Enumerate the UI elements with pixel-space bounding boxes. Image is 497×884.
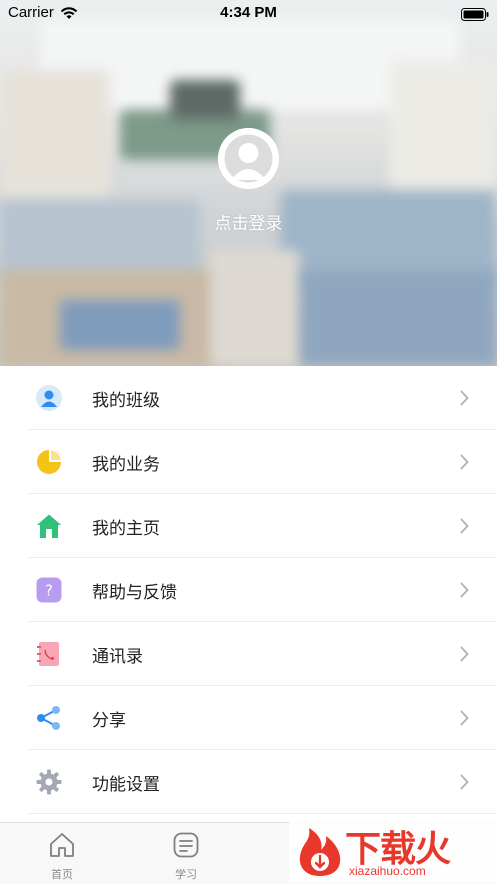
backdrop-aisle <box>210 250 300 366</box>
menu-item-label: 我的业务 <box>92 455 160 475</box>
menu-item-contacts[interactable]: 通讯录 <box>28 622 497 686</box>
contacts-book-icon <box>36 641 62 667</box>
watermark: 下载火 xiazaihuo.com <box>289 814 497 883</box>
watermark-url: xiazaihuo.com <box>349 864 426 878</box>
backdrop-window-left <box>0 70 110 200</box>
menu-item-label: 我的班级 <box>92 391 160 411</box>
chevron-right-icon <box>460 518 469 534</box>
svg-text:?: ? <box>45 582 53 600</box>
menu-item-label: 帮助与反馈 <box>92 583 177 603</box>
gear-icon <box>36 769 62 795</box>
tab-home[interactable]: 首页 <box>0 823 124 884</box>
status-bar: Carrier 4:34 PM <box>0 0 497 26</box>
backdrop-chairs-right <box>300 270 497 366</box>
menu-item-help-feedback[interactable]: ? 帮助与反馈 <box>28 558 497 622</box>
chevron-right-icon <box>460 582 469 598</box>
tab-study[interactable]: 学习 <box>124 823 248 884</box>
tab-label: 首页 <box>51 868 73 881</box>
tab-label: 学习 <box>175 868 197 881</box>
study-icon <box>173 832 199 858</box>
menu-item-label: 我的主页 <box>92 519 160 539</box>
backdrop-projector <box>170 80 240 120</box>
help-icon: ? <box>36 577 62 603</box>
chevron-right-icon <box>460 390 469 406</box>
default-avatar-icon <box>218 128 279 189</box>
flame-logo-icon <box>295 820 345 882</box>
chevron-right-icon <box>460 710 469 726</box>
share-icon <box>36 705 62 731</box>
chevron-right-icon <box>460 454 469 470</box>
avatar[interactable] <box>218 128 279 189</box>
menu-item-my-business[interactable]: 我的业务 <box>28 430 497 494</box>
menu-item-label: 通讯录 <box>92 647 143 667</box>
chevron-right-icon <box>460 646 469 662</box>
profile-header: Carrier 4:34 PM 点击登录 <box>0 0 497 366</box>
battery-icon <box>461 6 489 25</box>
pie-chart-icon <box>36 449 62 475</box>
menu-item-my-class[interactable]: 我的班级 <box>28 366 497 430</box>
person-icon <box>36 385 62 411</box>
menu-item-share[interactable]: 分享 <box>28 686 497 750</box>
menu-item-settings[interactable]: 功能设置 <box>28 750 497 814</box>
chevron-right-icon <box>460 774 469 790</box>
home-outline-icon <box>49 832 75 858</box>
menu-item-label: 分享 <box>92 711 126 731</box>
menu-item-my-homepage[interactable]: 我的主页 <box>28 494 497 558</box>
menu-item-label: 功能设置 <box>92 775 160 795</box>
home-icon <box>36 513 62 539</box>
backdrop-desks-right <box>280 190 497 280</box>
menu-list: 我的班级 我的业务 我的主页 ? 帮助与反馈 通讯录 分享 功能设置 <box>0 366 497 814</box>
backdrop-chairs-left <box>60 300 180 350</box>
clock: 4:34 PM <box>220 4 277 21</box>
login-link[interactable]: 点击登录 <box>0 209 497 234</box>
